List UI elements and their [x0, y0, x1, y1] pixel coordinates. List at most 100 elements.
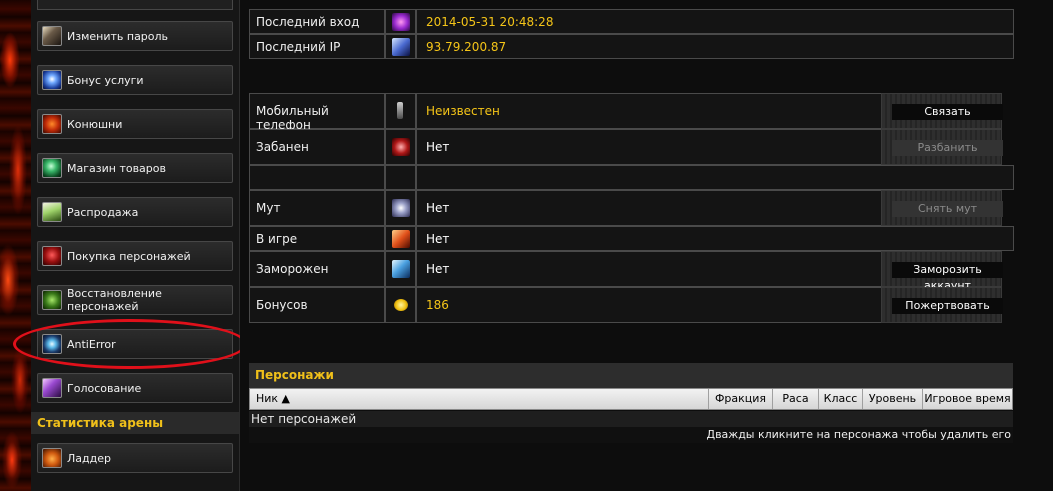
coin-icon [394, 299, 408, 311]
bonuses-icon-cell [385, 287, 416, 323]
last-ip-label-cell: Последний IP [249, 34, 385, 59]
characters-panel: Персонажи Ник ▲ Фракция Раса Класс Урове… [249, 363, 1013, 443]
sidebar-item-label: Распродажа [67, 205, 139, 219]
unban-button[interactable]: Разбанить [881, 129, 1003, 165]
donate-button[interactable]: Пожертвовать [881, 287, 1003, 323]
account-panel: Последний вход 2014-05-31 20:48:28 После… [240, 0, 1053, 491]
characters-title: Персонажи [249, 363, 1013, 388]
sidebar-item-bonus-services[interactable]: Бонус услуги [37, 65, 233, 95]
mute-value-cell: Нет [416, 190, 883, 226]
sidebar-item-stables[interactable]: Конюшни [37, 109, 233, 139]
unmute-button[interactable]: Снять мут [881, 190, 1003, 226]
last-login-value-cell: 2014-05-31 20:48:28 [416, 9, 1014, 34]
sidebar-item-label: Восстановление персонажей [67, 287, 162, 313]
link-phone-button-label: Связать [892, 104, 1003, 120]
sidebar-item-sale[interactable]: Распродажа [37, 197, 233, 227]
sidebar-item-label: Магазин товаров [67, 161, 166, 175]
in-game-value-cell: Нет [416, 226, 1014, 251]
in-game-label: В игре [256, 232, 298, 246]
link-phone-button[interactable]: Связать [881, 93, 1003, 129]
column-race[interactable]: Раса [772, 389, 818, 409]
characters-footer-hint: Дважды кликните на персонажа чтобы удали… [249, 427, 1013, 443]
fire-border [0, 0, 31, 491]
stables-icon [42, 114, 62, 134]
arena-stats-heading: Статистика арены [31, 412, 239, 434]
column-nick[interactable]: Ник ▲ [250, 389, 708, 409]
sidebar-item-shop[interactable]: Магазин товаров [37, 153, 233, 183]
banned-icon-cell [385, 129, 416, 165]
mute-value: Нет [426, 201, 450, 215]
bonuses-label: Бонусов [256, 298, 308, 312]
last-login-label: Последний вход [256, 15, 360, 29]
sidebar-item-buy-characters[interactable]: Покупка персонажей [37, 241, 233, 271]
phone-label-cell: Мобильный телефон [249, 93, 385, 132]
sidebar-item-label: Покупка персонажей [67, 249, 191, 263]
shop-icon [42, 158, 62, 178]
restore-characters-icon [42, 290, 62, 310]
frozen-label-cell: Заморожен [249, 251, 385, 287]
phone-icon [397, 102, 403, 119]
ladder-icon [42, 448, 62, 468]
phone-label: Мобильный телефон [256, 104, 329, 132]
last-login-label-cell: Последний вход [249, 9, 385, 34]
freeze-account-button-label: Заморозить аккаунт [892, 262, 1003, 292]
phone-value: Неизвестен [426, 104, 500, 118]
sidebar-item-vote[interactable]: Голосование [37, 373, 233, 403]
last-ip-label: Последний IP [256, 40, 341, 54]
frozen-icon-cell [385, 251, 416, 287]
bonuses-label-cell: Бонусов [249, 287, 385, 323]
vote-icon [42, 378, 62, 398]
banned-label-cell: Забанен [249, 129, 385, 165]
phone-icon-cell [385, 93, 416, 129]
characters-empty-message: Нет персонажей [249, 411, 1013, 427]
sidebar: Изменить пароль Бонус услуги Конюшни Маг… [31, 0, 240, 491]
frozen-value: Нет [426, 262, 450, 276]
bonus-services-icon [42, 70, 62, 90]
empty-row-value-cell [416, 165, 1014, 190]
frost-icon [392, 260, 410, 278]
sidebar-item-label: Изменить пароль [67, 29, 169, 43]
sidebar-item-partial[interactable] [37, 0, 233, 10]
empty-row-icon-cell [385, 165, 416, 190]
last-login-value: 2014-05-31 20:48:28 [426, 15, 554, 29]
last-ip-icon-cell [385, 34, 416, 59]
donate-button-label: Пожертвовать [892, 298, 1003, 314]
sale-icon [42, 202, 62, 222]
phone-value-cell: Неизвестен [416, 93, 883, 129]
last-ip-value: 93.79.200.87 [426, 40, 507, 54]
frozen-label: Заморожен [256, 262, 329, 276]
sidebar-item-label: Голосование [67, 381, 142, 395]
unmute-button-label: Снять мут [892, 201, 1003, 217]
buy-characters-icon [42, 246, 62, 266]
column-play-time[interactable]: Игровое время [922, 389, 1012, 409]
in-game-icon-cell [385, 226, 416, 251]
column-level[interactable]: Уровень [862, 389, 922, 409]
antierror-icon [42, 334, 62, 354]
mute-mouth-icon [392, 199, 410, 217]
sidebar-item-label: Бонус услуги [67, 73, 144, 87]
bonuses-value-cell: 186 [416, 287, 883, 323]
ban-hand-icon [392, 138, 410, 156]
sidebar-item-antierror[interactable]: AntiError [37, 329, 233, 359]
empty-row-label-cell [249, 165, 385, 190]
in-game-label-cell: В игре [249, 226, 385, 251]
characters-table-header: Ник ▲ Фракция Раса Класс Уровень Игровое… [249, 388, 1013, 410]
bonuses-value: 186 [426, 298, 449, 312]
clock-icon [392, 13, 410, 31]
sidebar-item-change-password[interactable]: Изменить пароль [37, 21, 233, 51]
last-ip-value-cell: 93.79.200.87 [416, 34, 1014, 59]
column-faction[interactable]: Фракция [708, 389, 772, 409]
sidebar-item-ladder[interactable]: Ладдер [37, 443, 233, 473]
mute-label-cell: Мут [249, 190, 385, 226]
banned-label: Забанен [256, 140, 309, 154]
sidebar-item-label: Ладдер [67, 451, 111, 465]
column-class[interactable]: Класс [818, 389, 862, 409]
sidebar-item-restore-characters[interactable]: Восстановление персонажей [37, 285, 233, 315]
change-password-icon [42, 26, 62, 46]
banned-value: Нет [426, 140, 450, 154]
unban-button-label: Разбанить [892, 140, 1003, 156]
frozen-value-cell: Нет [416, 251, 883, 287]
in-game-value: Нет [426, 232, 450, 246]
in-game-icon [392, 230, 410, 248]
freeze-account-button[interactable]: Заморозить аккаунт [881, 251, 1003, 292]
